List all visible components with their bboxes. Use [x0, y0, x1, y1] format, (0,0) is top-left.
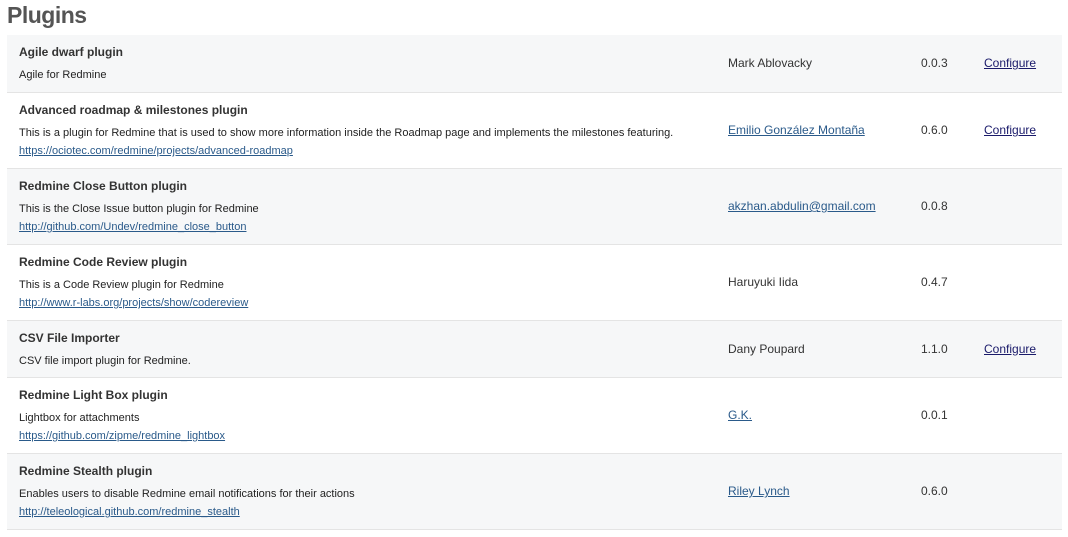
configure-link[interactable]: Configure	[984, 56, 1036, 70]
plugin-row: Redmine Light Box plugin Lightbox for att…	[7, 377, 1062, 454]
plugin-configure-cell	[984, 244, 1062, 321]
plugin-author-link[interactable]: Riley Lynch	[728, 484, 790, 498]
plugin-description: This is a Code Review plugin for Redmine	[19, 279, 224, 291]
plugin-row: Redmine Stealth plugin Enables users to d…	[7, 453, 1062, 530]
plugin-name-cell: Redmine Stealth plugin Enables users to d…	[7, 453, 728, 530]
plugin-author-link[interactable]: akzhan.abdulin@gmail.com	[728, 199, 876, 213]
plugin-version-cell: 0.4.7	[921, 244, 984, 321]
plugin-version: 0.0.1	[921, 408, 948, 422]
plugin-description: Agile for Redmine	[19, 69, 107, 82]
plugin-configure-cell	[984, 168, 1062, 245]
plugin-author-cell: G.K.	[728, 377, 921, 454]
plugin-author-link[interactable]: G.K.	[728, 408, 752, 422]
plugin-name-cell: CSV File Importer CSV file import plugin …	[7, 320, 728, 378]
plugin-author-link[interactable]: Emilio González Montaña	[728, 123, 865, 137]
plugin-name: Redmine Code Review plugin	[19, 255, 188, 269]
plugin-name-cell: Advanced roadmap & milestones plugin This…	[7, 92, 728, 169]
plugin-description: This is the Close Issue button plugin fo…	[19, 203, 259, 215]
plugin-author: Dany Poupard	[728, 341, 805, 356]
plugin-version-cell: 0.0.3	[921, 35, 984, 93]
plugin-version-cell: 1.1.0	[921, 320, 984, 378]
plugin-name: Advanced roadmap & milestones plugin	[19, 103, 248, 117]
plugin-version: 0.4.7	[921, 275, 948, 289]
plugin-row: Redmine Code Review plugin This is a Code…	[7, 244, 1062, 321]
plugin-version-cell: 0.6.0	[921, 92, 984, 169]
plugin-version-cell: 0.0.8	[921, 168, 984, 245]
plugin-url-link[interactable]: https://ociotec.com/redmine/projects/adv…	[19, 145, 728, 157]
plugin-version-cell: 0.6.0	[921, 453, 984, 530]
plugin-row: Agile dwarf plugin Agile for Redmine Mark …	[7, 35, 1062, 93]
plugin-name: Agile dwarf plugin	[19, 45, 123, 60]
plugin-description: CSV file import plugin for Redmine.	[19, 354, 191, 367]
configure-link[interactable]: Configure	[984, 123, 1036, 137]
plugin-version: 0.6.0	[921, 484, 948, 498]
plugin-version: 0.6.0	[921, 123, 948, 137]
plugin-author-cell: akzhan.abdulin@gmail.com	[728, 168, 921, 245]
plugin-author-cell: Mark Ablovacky	[728, 35, 921, 93]
plugin-description: Lightbox for attachments	[19, 412, 140, 424]
plugin-author-cell: Emilio González Montaña	[728, 92, 921, 169]
plugin-version: 0.0.8	[921, 199, 948, 213]
plugin-version: 1.1.0	[921, 341, 948, 356]
plugin-author: Mark Ablovacky	[728, 56, 813, 71]
plugin-name-cell: Redmine Close Button plugin This is the C…	[7, 168, 728, 245]
plugin-version: 0.0.3	[921, 56, 948, 71]
plugin-configure-cell	[984, 377, 1062, 454]
plugin-url-link[interactable]: https://github.com/zipme/redmine_lightbo…	[19, 430, 728, 442]
plugin-name-cell: Agile dwarf plugin Agile for Redmine	[7, 35, 728, 93]
plugin-row: Advanced roadmap & milestones plugin This…	[7, 92, 1062, 169]
plugin-author: Haruyuki Iida	[728, 275, 799, 289]
plugin-configure-cell: Configure	[984, 92, 1062, 169]
plugin-version-cell: 0.0.1	[921, 377, 984, 454]
plugin-configure-cell: Configure	[984, 320, 1062, 378]
plugin-author-cell: Haruyuki Iida	[728, 244, 921, 321]
plugin-configure-cell	[984, 453, 1062, 530]
plugin-name: Redmine Close Button plugin	[19, 179, 187, 193]
plugin-author-cell: Riley Lynch	[728, 453, 921, 530]
configure-link[interactable]: Configure	[984, 342, 1036, 356]
plugin-row: CSV File Importer CSV file import plugin …	[7, 320, 1062, 378]
plugin-configure-cell: Configure	[984, 35, 1062, 93]
plugin-author-cell: Dany Poupard	[728, 320, 921, 378]
plugin-name: CSV File Importer	[19, 330, 120, 345]
page-title: Plugins	[7, 2, 87, 28]
plugin-description: Enables users to disable Redmine email n…	[19, 488, 355, 500]
plugin-row: Redmine Close Button plugin This is the C…	[7, 168, 1062, 245]
plugin-name: Redmine Light Box plugin	[19, 388, 168, 402]
plugins-table: Agile dwarf plugin Agile for Redmine Mark …	[7, 35, 1062, 530]
plugin-url-link[interactable]: http://github.com/Undev/redmine_close_bu…	[19, 221, 728, 233]
plugin-name: Redmine Stealth plugin	[19, 464, 153, 478]
plugin-url-link[interactable]: http://teleological.github.com/redmine_s…	[19, 506, 728, 518]
plugin-name-cell: Redmine Light Box plugin Lightbox for att…	[7, 377, 728, 454]
plugin-url-link[interactable]: http://www.r-labs.org/projects/show/code…	[19, 297, 728, 309]
plugin-description: This is a plugin for Redmine that is use…	[19, 127, 674, 139]
plugin-name-cell: Redmine Code Review plugin This is a Code…	[7, 244, 728, 321]
